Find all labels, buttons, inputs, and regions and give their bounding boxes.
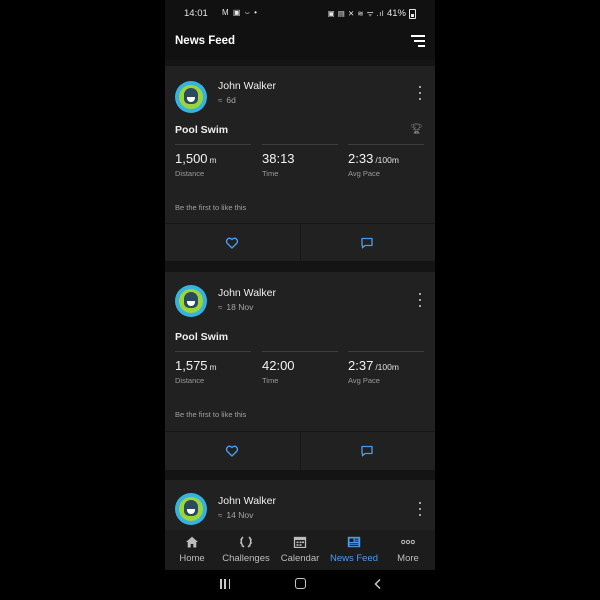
stat-time: 38:13 Time — [262, 144, 338, 178]
nav-challenges[interactable]: Challenges — [219, 530, 273, 570]
avatar[interactable] — [175, 285, 207, 317]
avatar[interactable] — [175, 493, 207, 525]
stat-value: 1,575 — [175, 358, 208, 373]
page-title: News Feed — [175, 35, 236, 47]
home-button-icon[interactable] — [295, 578, 306, 589]
stat-avg-pace: 2:33/100m Avg Pace — [348, 144, 424, 178]
system-status-icons: ▣ ▤ ✕ ≋ ᯤ .ıl — [327, 8, 384, 18]
stat-label: Distance — [175, 169, 205, 178]
stat-label: Time — [262, 376, 279, 385]
recents-icon[interactable] — [220, 579, 230, 589]
card-actions — [165, 223, 435, 262]
stat-value: 2:33 — [348, 151, 374, 166]
nav-label: News Feed — [329, 553, 379, 564]
user-name[interactable]: John Walker — [218, 287, 276, 299]
system-navigation-bar — [165, 570, 435, 600]
more-options-icon[interactable] — [418, 293, 422, 307]
phone-screen: 14:01 M ▣ ⌣ • ▣ ▤ ✕ ≋ ᯤ .ıl 41% News Fee… — [165, 0, 435, 600]
activity-card[interactable]: John Walker ≈6d Pool Swim 🏆︎ 1,500 m Dist… — [165, 66, 435, 262]
comment-icon[interactable] — [360, 444, 374, 458]
nav-label: Home — [179, 553, 205, 564]
stat-value: 42:00 — [262, 358, 295, 373]
notification-icons: M ▣ ⌣ • — [222, 8, 258, 17]
like-hint: Be the first to like this — [175, 203, 247, 212]
swim-icon: ≈ — [218, 303, 223, 312]
more-icon — [401, 539, 415, 545]
stat-avg-pace: 2:37/100m Avg Pace — [348, 351, 424, 385]
nav-news-feed[interactable]: News Feed — [327, 530, 381, 570]
activity-date: ≈6d — [218, 95, 236, 105]
nav-label: More — [397, 553, 419, 564]
stat-unit: /100m — [375, 362, 399, 372]
stat-label: Avg Pace — [348, 169, 380, 178]
activity-date: ≈14 Nov — [218, 510, 253, 520]
newspaper-icon — [347, 536, 361, 548]
avatar[interactable] — [175, 81, 207, 113]
stat-value: 2:37 — [348, 358, 374, 373]
activity-date-text: 6d — [226, 95, 236, 105]
nav-home[interactable]: Home — [165, 530, 219, 570]
nav-label: Challenges — [222, 553, 270, 564]
laurel-icon — [240, 536, 252, 548]
stat-value: 38:13 — [262, 151, 295, 166]
stat-label: Avg Pace — [348, 376, 380, 385]
swim-icon: ≈ — [218, 96, 223, 105]
like-heart-icon[interactable] — [225, 444, 239, 458]
stat-value: 1,500 — [175, 151, 208, 166]
stat-label: Distance — [175, 376, 205, 385]
like-heart-icon[interactable] — [225, 236, 239, 250]
activity-card[interactable]: John Walker ≈14 Nov — [165, 480, 435, 530]
activity-title[interactable]: Pool Swim — [175, 124, 228, 136]
activity-date-text: 14 Nov — [226, 510, 254, 520]
app-bar: News Feed — [165, 26, 435, 60]
status-right: ▣ ▤ ✕ ≋ ᯤ .ıl 41% — [328, 8, 416, 19]
card-actions — [165, 431, 435, 470]
bottom-navigation: Home Challenges Calendar News Feed More — [165, 530, 435, 570]
news-feed-list[interactable]: John Walker ≈6d Pool Swim 🏆︎ 1,500 m Dist… — [165, 60, 435, 530]
swim-icon: ≈ — [218, 511, 223, 520]
stat-unit: m — [209, 155, 217, 165]
stat-distance: 1,500 m Distance — [175, 144, 251, 178]
user-name[interactable]: John Walker — [218, 495, 276, 507]
activity-date: ≈18 Nov — [218, 302, 253, 312]
status-time: 14:01 — [184, 8, 208, 19]
user-name[interactable]: John Walker — [218, 80, 276, 92]
home-icon — [186, 536, 198, 548]
battery-percent: 41% — [386, 8, 406, 19]
stat-unit: /100m — [375, 155, 399, 165]
stat-distance: 1,575 m Distance — [175, 351, 251, 385]
more-options-icon[interactable] — [418, 86, 422, 100]
battery-icon — [409, 8, 416, 19]
filter-icon[interactable] — [409, 34, 425, 48]
trophy-icon: 🏆︎ — [410, 124, 423, 135]
activity-date-text: 18 Nov — [226, 302, 254, 312]
calendar-icon — [293, 536, 307, 548]
stat-time: 42:00 Time — [262, 351, 338, 385]
nav-label: Calendar — [280, 553, 320, 564]
status-bar: 14:01 M ▣ ⌣ • ▣ ▤ ✕ ≋ ᯤ .ıl 41% — [165, 0, 435, 26]
nav-calendar[interactable]: Calendar — [273, 530, 327, 570]
comment-icon[interactable] — [360, 236, 374, 250]
stat-label: Time — [262, 169, 279, 178]
more-options-icon[interactable] — [418, 502, 422, 516]
activity-title[interactable]: Pool Swim — [175, 331, 228, 343]
back-icon[interactable] — [372, 578, 384, 590]
nav-more[interactable]: More — [381, 530, 435, 570]
stat-unit: m — [209, 362, 217, 372]
like-hint: Be the first to like this — [175, 410, 247, 419]
activity-card[interactable]: John Walker ≈18 Nov Pool Swim 1,575 m Dis… — [165, 272, 435, 470]
